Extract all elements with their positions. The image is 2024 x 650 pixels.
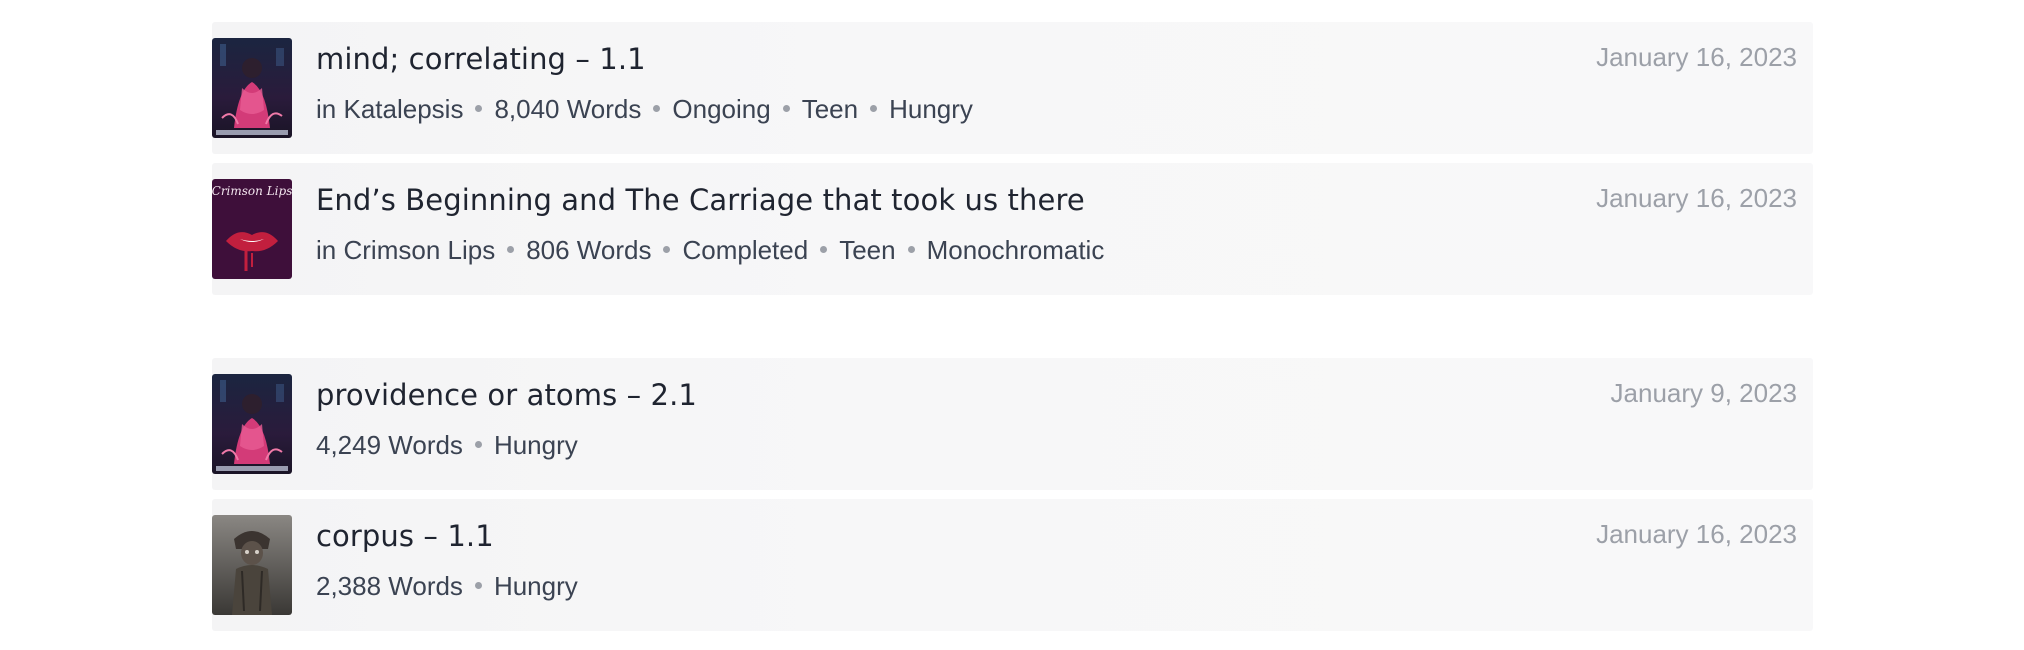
story-title[interactable]: corpus – 1.1 <box>316 519 494 553</box>
series-link[interactable]: Crimson Lips <box>343 235 495 266</box>
story-list-group-1: mind; correlating – 1.1 in Katalepsis 8,… <box>212 22 1813 304</box>
separator-dot <box>907 246 915 253</box>
separator-dot <box>653 105 661 112</box>
story-cover-corpus[interactable] <box>212 515 292 615</box>
story-date: January 16, 2023 <box>1596 519 1797 549</box>
katalepsis-cover-icon <box>212 38 292 138</box>
series-link[interactable]: Katalepsis <box>343 94 463 125</box>
story-date: January 9, 2023 <box>1610 378 1797 408</box>
corpus-cover-icon <box>212 515 292 615</box>
story-rating: Teen <box>801 94 859 124</box>
separator-dot <box>663 246 671 253</box>
word-count: 4,249 Words <box>316 430 463 460</box>
separator-dot <box>474 582 482 589</box>
series-prefix: in <box>316 94 337 124</box>
series-prefix: in <box>316 235 337 265</box>
story-meta: 2,388 Words Hungry <box>316 571 578 602</box>
story-list-group-2: providence or atoms – 2.1 4,249 Words Hu… <box>212 358 1813 640</box>
separator-dot <box>820 246 828 253</box>
story-title[interactable]: providence or atoms – 2.1 <box>316 378 697 412</box>
story-title[interactable]: End’s Beginning and The Carriage that to… <box>316 183 1085 217</box>
story-card[interactable]: corpus – 1.1 2,388 Words Hungry January … <box>212 499 1813 631</box>
story-cover-crimson-lips[interactable]: Crimson Lips <box>212 179 292 279</box>
story-status: Ongoing <box>672 94 771 124</box>
story-date: January 16, 2023 <box>1596 183 1797 213</box>
story-title[interactable]: mind; correlating – 1.1 <box>316 42 646 76</box>
story-cover-katalepsis[interactable] <box>212 374 292 474</box>
story-meta: in Katalepsis 8,040 Words Ongoing Teen H… <box>316 94 973 125</box>
separator-dot <box>507 246 515 253</box>
crimson-lips-cover-icon: Crimson Lips <box>212 179 292 279</box>
story-date: January 16, 2023 <box>1596 42 1797 72</box>
author-link[interactable]: Hungry <box>494 571 578 602</box>
author-link[interactable]: Hungry <box>889 94 973 125</box>
separator-dot <box>782 105 790 112</box>
story-card[interactable]: Crimson Lips End’s Beginning and The Car… <box>212 163 1813 295</box>
story-card[interactable]: mind; correlating – 1.1 in Katalepsis 8,… <box>212 22 1813 154</box>
story-status: Completed <box>682 235 809 265</box>
separator-dot <box>870 105 878 112</box>
separator-dot <box>475 105 483 112</box>
separator-dot <box>474 441 482 448</box>
word-count: 8,040 Words <box>494 94 642 124</box>
story-card[interactable]: providence or atoms – 2.1 4,249 Words Hu… <box>212 358 1813 490</box>
cover-text: Crimson Lips <box>212 184 292 198</box>
story-cover-katalepsis[interactable] <box>212 38 292 138</box>
story-meta: 4,249 Words Hungry <box>316 430 578 461</box>
story-rating: Teen <box>839 235 896 265</box>
word-count: 2,388 Words <box>316 571 463 601</box>
author-link[interactable]: Monochromatic <box>927 235 1105 266</box>
author-link[interactable]: Hungry <box>494 430 578 461</box>
katalepsis-cover-icon <box>212 374 292 474</box>
word-count: 806 Words <box>526 235 652 265</box>
story-meta: in Crimson Lips 806 Words Completed Teen… <box>316 235 1104 266</box>
